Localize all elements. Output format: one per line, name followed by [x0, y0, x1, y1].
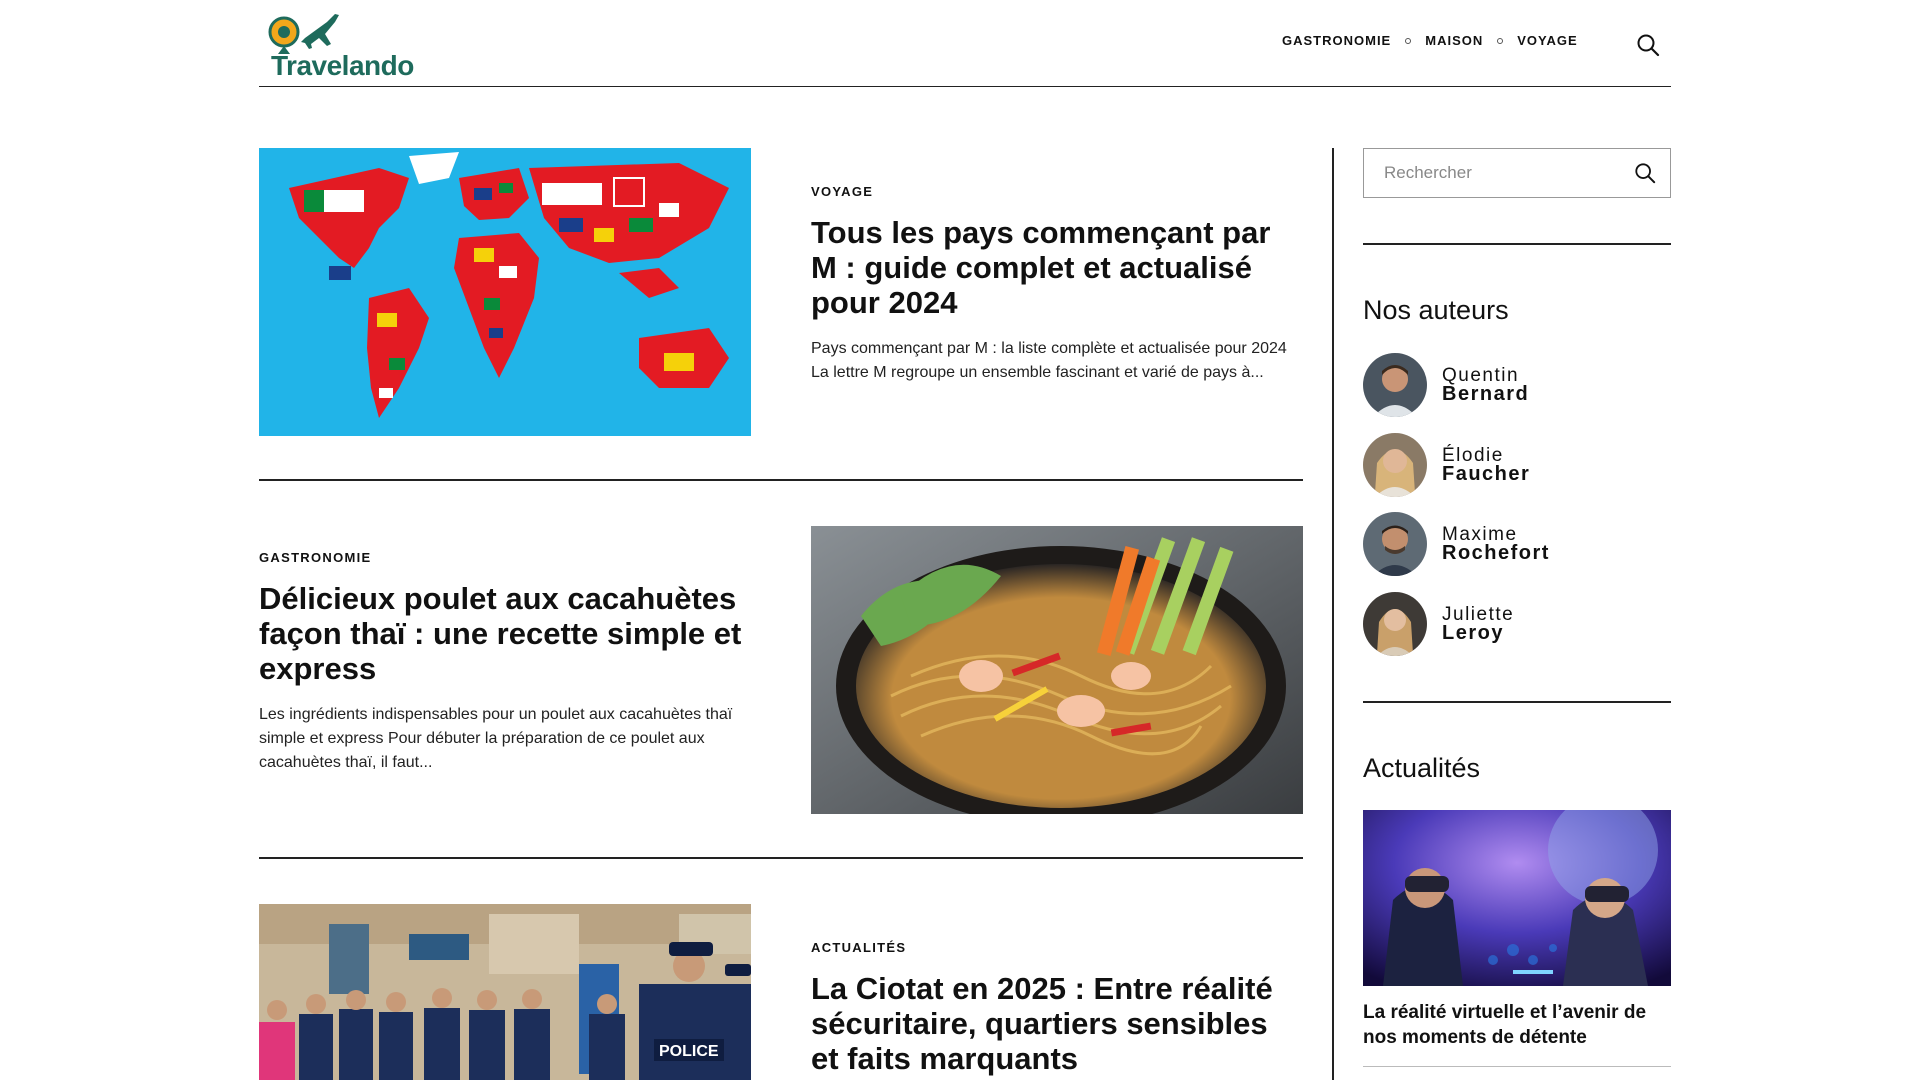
author-item[interactable]: Quentin Bernard — [1363, 352, 1529, 418]
nav-separator — [1497, 37, 1504, 44]
column-divider — [1332, 148, 1334, 1080]
sidebar-separator — [1363, 701, 1671, 703]
author-name: Maxime Rochefort — [1442, 525, 1550, 564]
author-item[interactable]: Élodie Faucher — [1363, 432, 1530, 498]
article-excerpt: Les ingrédients indispensables pour un p… — [259, 706, 733, 771]
world-map-image — [259, 148, 751, 436]
avatar — [1363, 433, 1427, 497]
avatar — [1363, 353, 1427, 417]
article-card: GASTRONOMIE Délicieux poulet aux cacahuè… — [259, 526, 1303, 814]
author-item[interactable]: Juliette Leroy — [1363, 591, 1514, 657]
authors-heading: Nos auteurs — [1363, 295, 1509, 325]
article-category[interactable]: VOYAGE — [811, 184, 1303, 199]
author-last-name: Rochefort — [1442, 542, 1550, 564]
logo-text: Travelando — [271, 50, 414, 81]
article-meta: ACTUALITÉS La Ciotat en 2025 : Entre réa… — [811, 940, 1303, 1076]
article-image-world-map[interactable] — [259, 148, 751, 436]
logo-mark-icon — [268, 14, 339, 54]
sidebar-separator — [1363, 243, 1671, 245]
article-title[interactable]: Tous les pays commençant par M : guide c… — [811, 215, 1303, 320]
main-nav: GASTRONOMIE MAISON VOYAGE — [1282, 33, 1578, 48]
article-separator — [259, 479, 1303, 481]
sidebar-separator — [1363, 1066, 1671, 1067]
news-title[interactable]: La réalité virtuelle et l’avenir de nos … — [1363, 1000, 1671, 1050]
header-search-button[interactable] — [1636, 33, 1660, 57]
police-street-image: POLICE — [259, 904, 751, 1080]
author-name: Élodie Faucher — [1442, 446, 1531, 485]
search-input[interactable] — [1364, 149, 1604, 197]
author-name: Juliette Leroy — [1442, 605, 1514, 644]
nav-item-voyage[interactable]: VOYAGE — [1517, 33, 1577, 48]
site-header: Travelando GASTRONOMIE MAISON VOYAGE — [259, 0, 1671, 87]
police-label: POLICE — [659, 1043, 719, 1060]
avatar — [1363, 512, 1427, 576]
search-icon — [1635, 163, 1656, 184]
article-card: POLICE ACTUALITÉS La Ciotat en 2025 : En… — [259, 904, 1303, 1080]
site-logo[interactable]: Travelando — [265, 10, 415, 81]
author-item[interactable]: Maxime Rochefort — [1363, 511, 1550, 577]
article-meta: VOYAGE Tous les pays commençant par M : … — [811, 184, 1303, 385]
news-image-vr[interactable] — [1363, 810, 1671, 986]
article-image-police[interactable]: POLICE — [259, 904, 751, 1080]
article-image-thai-noodles[interactable] — [811, 526, 1303, 814]
search-submit-button[interactable] — [1634, 162, 1656, 189]
news-heading: Actualités — [1363, 753, 1481, 783]
author-last-name: Leroy — [1442, 622, 1504, 644]
vr-image — [1363, 810, 1671, 986]
sidebar-search — [1363, 148, 1671, 198]
article-separator — [259, 857, 1303, 859]
search-icon — [1637, 34, 1660, 57]
author-name: Quentin Bernard — [1442, 366, 1530, 405]
article-category[interactable]: ACTUALITÉS — [811, 940, 1303, 955]
nav-item-maison[interactable]: MAISON — [1425, 33, 1483, 48]
article-title[interactable]: Délicieux poulet aux cacahuètes façon th… — [259, 581, 751, 686]
nav-separator — [1405, 37, 1412, 44]
author-last-name: Faucher — [1442, 463, 1531, 485]
article-card: VOYAGE Tous les pays commençant par M : … — [259, 148, 1303, 436]
avatar — [1363, 592, 1427, 656]
article-category[interactable]: GASTRONOMIE — [259, 550, 751, 565]
article-title[interactable]: La Ciotat en 2025 : Entre réalité sécuri… — [811, 971, 1303, 1076]
nav-item-gastronomie[interactable]: GASTRONOMIE — [1282, 33, 1391, 48]
author-last-name: Bernard — [1442, 383, 1530, 405]
article-meta: GASTRONOMIE Délicieux poulet aux cacahuè… — [259, 550, 751, 775]
noodle-bowl-image — [811, 526, 1303, 814]
article-excerpt: Pays commençant par M : la liste complèt… — [811, 340, 1287, 381]
